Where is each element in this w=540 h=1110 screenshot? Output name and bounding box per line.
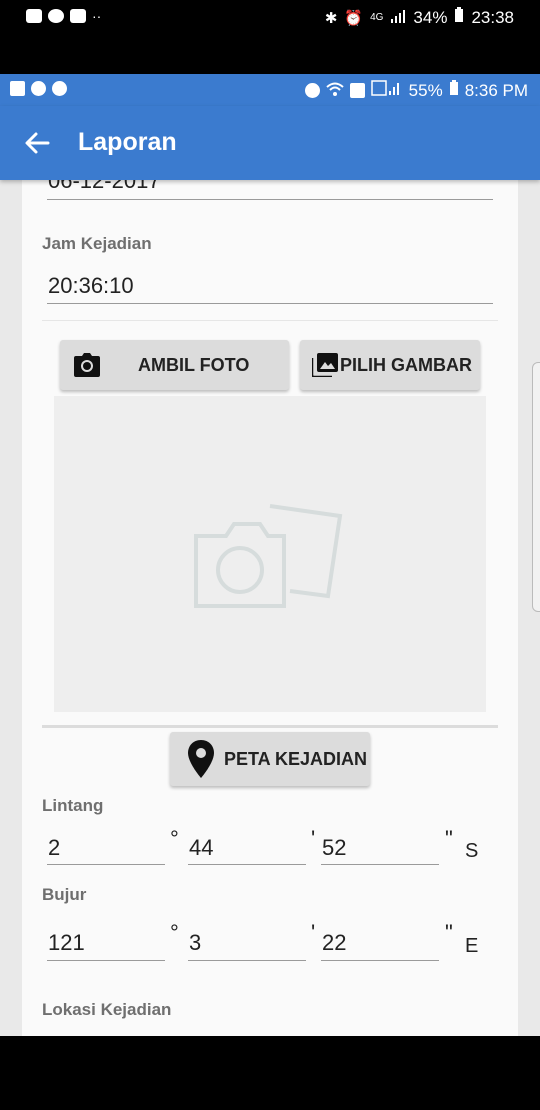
outer-system-icons: ✱ ⏰ 4G 34% 23:38 <box>325 7 514 28</box>
navigation-bar <box>0 1036 540 1110</box>
app-screen: 55% 8:36 PM Laporan 06-12-2017 Jam Kejad… <box>0 74 540 1036</box>
battery-icon <box>449 80 459 101</box>
longitude-degrees-underline <box>47 960 165 961</box>
section-divider <box>42 320 498 321</box>
location-label: Lokasi Kejadian <box>42 1000 172 1019</box>
incident-map-button[interactable]: PETA KEJADIAN <box>170 732 370 786</box>
outer-notification-icons: ·· <box>26 8 101 24</box>
more-notifications-icon: ·· <box>92 8 102 24</box>
outer-clock: 23:38 <box>471 7 514 27</box>
photo-library-icon <box>312 353 338 377</box>
signal-icon <box>370 80 403 101</box>
alarm-icon: ⏰ <box>344 9 364 27</box>
photo-placeholder-icon <box>194 504 343 608</box>
degree-symbol: ° <box>170 826 179 851</box>
report-form-card: 06-12-2017 Jam Kejadian 20:36:10 AMBIL F… <box>22 154 518 1036</box>
scroll-handle[interactable] <box>532 362 540 612</box>
wifi-icon <box>325 81 344 101</box>
second-symbol: " <box>445 826 453 851</box>
inner-notification-icons <box>10 81 67 96</box>
phone-icon <box>52 81 67 96</box>
longitude-minutes-underline <box>188 960 306 961</box>
inner-system-icons: 55% 8:36 PM <box>304 80 528 101</box>
take-photo-label: AMBIL FOTO <box>138 354 250 375</box>
time-field-underline <box>47 303 493 304</box>
arrow-left-icon <box>25 132 50 154</box>
latitude-minutes-underline <box>188 864 306 865</box>
alarm-icon <box>304 83 320 98</box>
time-field[interactable]: 20:36:10 <box>48 273 134 299</box>
latitude-seconds-underline <box>321 864 439 865</box>
longitude-degrees-input[interactable]: 121 <box>48 930 85 956</box>
latitude-seconds-input[interactable]: 52 <box>322 835 346 861</box>
sim-icon <box>349 83 365 98</box>
latitude-direction: S <box>465 840 479 862</box>
outer-status-bar: ·· ✱ ⏰ 4G 34% 23:38 <box>0 0 540 36</box>
battery-icon <box>454 7 464 28</box>
inner-clock: 8:36 PM <box>464 80 528 100</box>
pick-image-label: PILIH GAMBAR <box>340 354 472 375</box>
outer-battery-percent: 34% <box>413 7 448 27</box>
map-pin-icon <box>188 740 214 778</box>
photo-divider <box>42 725 498 728</box>
camera-icon <box>74 353 100 377</box>
time-label: Jam Kejadian <box>42 234 152 253</box>
longitude-direction: E <box>465 935 479 957</box>
inner-status-bar: 55% 8:36 PM <box>0 74 540 106</box>
gallery-icon <box>10 81 25 96</box>
take-photo-button[interactable]: AMBIL FOTO <box>60 340 289 390</box>
app-notification-icon <box>31 81 46 96</box>
minute-symbol: ' <box>311 920 316 945</box>
back-button[interactable] <box>22 128 52 158</box>
signal-icon <box>390 8 406 28</box>
facebook-icon <box>70 9 86 23</box>
pick-image-button[interactable]: PILIH GAMBAR <box>300 340 480 390</box>
webtoon-icon <box>26 9 42 23</box>
bluetooth-icon: ✱ <box>324 9 338 27</box>
longitude-label: Bujur <box>42 885 87 904</box>
second-symbol: " <box>445 920 453 945</box>
inner-battery-percent: 55% <box>408 80 443 100</box>
latitude-degrees-input[interactable]: 2 <box>48 835 60 861</box>
date-field-underline <box>47 199 493 200</box>
longitude-minutes-input[interactable]: 3 <box>189 930 201 956</box>
latitude-minutes-input[interactable]: 44 <box>189 835 213 861</box>
latitude-degrees-underline <box>47 864 165 865</box>
page-title: Laporan <box>78 128 177 156</box>
minute-symbol: ' <box>311 826 316 851</box>
degree-symbol: ° <box>170 920 179 945</box>
longitude-seconds-underline <box>321 960 439 961</box>
longitude-seconds-input[interactable]: 22 <box>322 930 346 956</box>
app-bar: Laporan <box>0 106 540 180</box>
photo-preview <box>54 396 486 712</box>
line-icon <box>48 9 64 23</box>
incident-map-label: PETA KEJADIAN <box>224 748 368 769</box>
latitude-label: Lintang <box>42 796 104 815</box>
network-type: 4G <box>370 12 384 23</box>
